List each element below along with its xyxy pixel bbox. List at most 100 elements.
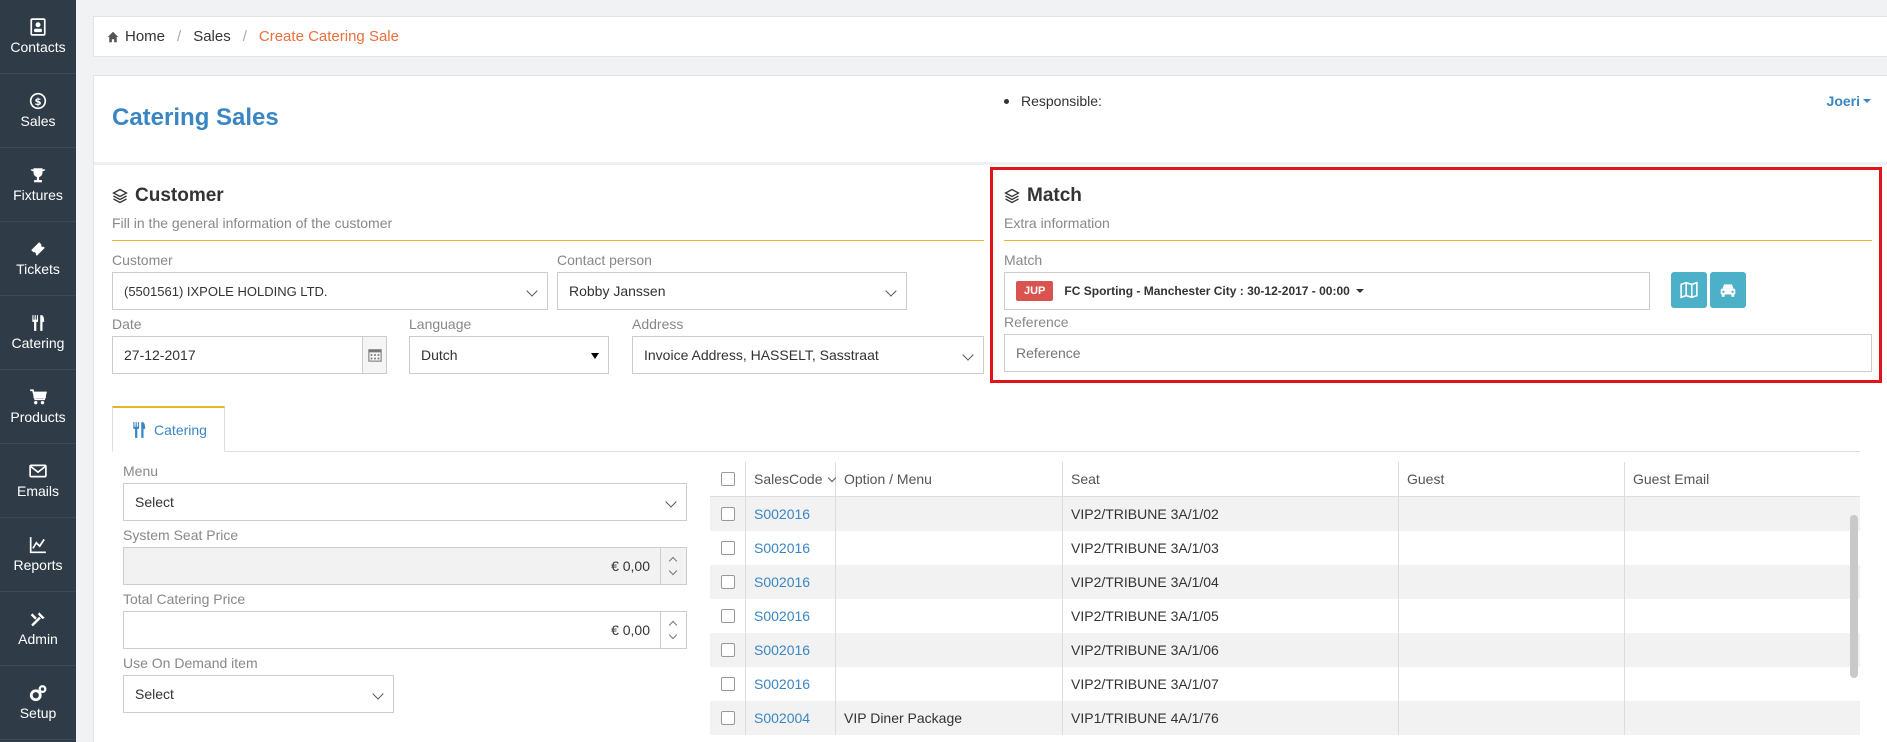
guest-email-cell[interactable]: [1625, 565, 1860, 599]
section-divider: [112, 240, 984, 241]
salescode-link[interactable]: S002016: [746, 667, 836, 701]
sidebar-item-sales[interactable]: $ Sales: [0, 74, 76, 148]
column-header-seat[interactable]: Seat: [1063, 462, 1399, 496]
salescode-link[interactable]: S002016: [746, 497, 836, 531]
cart-icon: [30, 389, 47, 405]
row-checkbox[interactable]: [710, 701, 746, 735]
sidebar-item-reports[interactable]: Reports: [0, 518, 76, 592]
breadcrumb-current: Create Catering Sale: [258, 28, 399, 45]
customer-select[interactable]: (5501561) IXPOLE HOLDING LTD.: [112, 272, 548, 310]
system-seat-price-label: System Seat Price: [123, 527, 239, 543]
select-all-checkbox[interactable]: [710, 462, 746, 496]
salescode-link[interactable]: S002004: [746, 701, 836, 735]
table-row[interactable]: S002016 VIP2/TRIBUNE 3A/1/06: [710, 633, 1860, 667]
guest-cell[interactable]: [1399, 701, 1625, 735]
seat-cell: VIP1/TRIBUNE 4A/1/76: [1063, 701, 1399, 735]
number-stepper[interactable]: [660, 612, 686, 648]
envelope-icon: [29, 464, 47, 478]
guest-email-cell[interactable]: [1625, 497, 1860, 531]
column-header-guest[interactable]: Guest: [1399, 462, 1625, 496]
chevron-down-icon: [962, 349, 974, 361]
user-menu[interactable]: Joeri: [1827, 93, 1871, 109]
table-row[interactable]: S002016 VIP2/TRIBUNE 3A/1/07: [710, 667, 1860, 701]
salescode-link[interactable]: S002016: [746, 565, 836, 599]
option-cell: [836, 667, 1063, 701]
guest-cell[interactable]: [1399, 633, 1625, 667]
row-checkbox[interactable]: [710, 531, 746, 565]
table-row[interactable]: S002016 VIP2/TRIBUNE 3A/1/04: [710, 565, 1860, 599]
guest-cell[interactable]: [1399, 599, 1625, 633]
row-checkbox[interactable]: [710, 599, 746, 633]
row-checkbox[interactable]: [710, 633, 746, 667]
guest-cell[interactable]: [1399, 565, 1625, 599]
tab-catering[interactable]: Catering: [112, 406, 225, 452]
customer-label: Customer: [112, 252, 173, 268]
guest-email-cell[interactable]: [1625, 701, 1860, 735]
menu-select[interactable]: Select: [123, 483, 687, 521]
table-row[interactable]: S002016 VIP2/TRIBUNE 3A/1/05: [710, 599, 1860, 633]
column-header-option[interactable]: Option / Menu: [836, 462, 1063, 496]
column-header-guest-email[interactable]: Guest Email: [1625, 462, 1860, 496]
table-row[interactable]: S002016 VIP2/TRIBUNE 3A/1/03: [710, 531, 1860, 565]
on-demand-select[interactable]: Select: [123, 675, 394, 713]
table-body: S002016 VIP2/TRIBUNE 3A/1/02 S002016 VIP2/T…: [710, 497, 1860, 735]
trophy-icon: [30, 168, 46, 183]
sidebar-item-catering[interactable]: Catering: [0, 296, 76, 370]
row-checkbox[interactable]: [710, 667, 746, 701]
row-checkbox[interactable]: [710, 565, 746, 599]
seat-cell: VIP2/TRIBUNE 3A/1/04: [1063, 565, 1399, 599]
total-catering-price-label: Total Catering Price: [123, 591, 246, 607]
sidebar-item-label: Admin: [18, 631, 58, 647]
table-scrollbar[interactable]: [1850, 515, 1858, 678]
guest-email-cell[interactable]: [1625, 531, 1860, 565]
breadcrumb-sales[interactable]: Sales: [193, 28, 231, 45]
cutlery-icon: [133, 421, 146, 438]
gears-icon: [29, 685, 47, 702]
caret-down-icon: [1863, 99, 1871, 103]
svg-text:$: $: [34, 97, 41, 108]
tabs-divider: [112, 451, 1860, 452]
column-header-salescode[interactable]: SalesCode: [746, 462, 836, 496]
chevron-down-icon: [827, 473, 836, 482]
guest-email-cell[interactable]: [1625, 633, 1860, 667]
calendar-icon[interactable]: [362, 337, 386, 373]
system-seat-price-input: € 0,00: [123, 547, 687, 585]
guest-cell[interactable]: [1399, 667, 1625, 701]
salescode-link[interactable]: S002016: [746, 633, 836, 667]
sidebar-item-fixtures[interactable]: Fixtures: [0, 148, 76, 222]
guest-cell[interactable]: [1399, 497, 1625, 531]
contact-person-label: Contact person: [557, 252, 652, 268]
total-catering-price-input[interactable]: € 0,00: [123, 611, 687, 649]
highlight-box: [990, 167, 1882, 383]
sidebar-item-label: Catering: [11, 335, 65, 351]
contact-person-select[interactable]: Robby Janssen: [557, 272, 907, 310]
table-row[interactable]: S002016 VIP2/TRIBUNE 3A/1/02: [710, 497, 1860, 531]
sidebar-item-products[interactable]: Products: [0, 370, 76, 444]
sidebar-item-label: Sales: [20, 113, 56, 129]
sidebar-item-admin[interactable]: Admin: [0, 592, 76, 666]
guest-email-cell[interactable]: [1625, 667, 1860, 701]
table-row[interactable]: S002004 VIP Diner Package VIP1/TRIBUNE 4A/…: [710, 701, 1860, 735]
address-select[interactable]: Invoice Address, HASSELT, Sasstraat: [632, 336, 984, 374]
guest-cell[interactable]: [1399, 531, 1625, 565]
sidebar-item-contacts[interactable]: Contacts: [0, 0, 76, 74]
date-label: Date: [112, 316, 142, 332]
language-select[interactable]: Dutch: [409, 336, 609, 374]
sidebar-item-emails[interactable]: Emails: [0, 444, 76, 518]
menu-label: Menu: [123, 463, 159, 479]
breadcrumb-separator: /: [177, 28, 182, 45]
row-checkbox[interactable]: [710, 497, 746, 531]
customer-heading-text: Customer: [135, 185, 224, 206]
sidebar-item-setup[interactable]: Setup: [0, 666, 76, 740]
salescode-link[interactable]: S002016: [746, 599, 836, 633]
divider: [94, 162, 1887, 165]
salescode-link[interactable]: S002016: [746, 531, 836, 565]
chart-icon: [29, 537, 46, 554]
customer-heading: Customer: [112, 185, 224, 207]
number-stepper[interactable]: [660, 548, 686, 584]
sidebar-item-tickets[interactable]: Tickets: [0, 222, 76, 296]
breadcrumb-home[interactable]: Home: [125, 28, 165, 45]
option-cell: [836, 531, 1063, 565]
guest-email-cell[interactable]: [1625, 599, 1860, 633]
date-input[interactable]: 27-12-2017: [112, 336, 387, 374]
